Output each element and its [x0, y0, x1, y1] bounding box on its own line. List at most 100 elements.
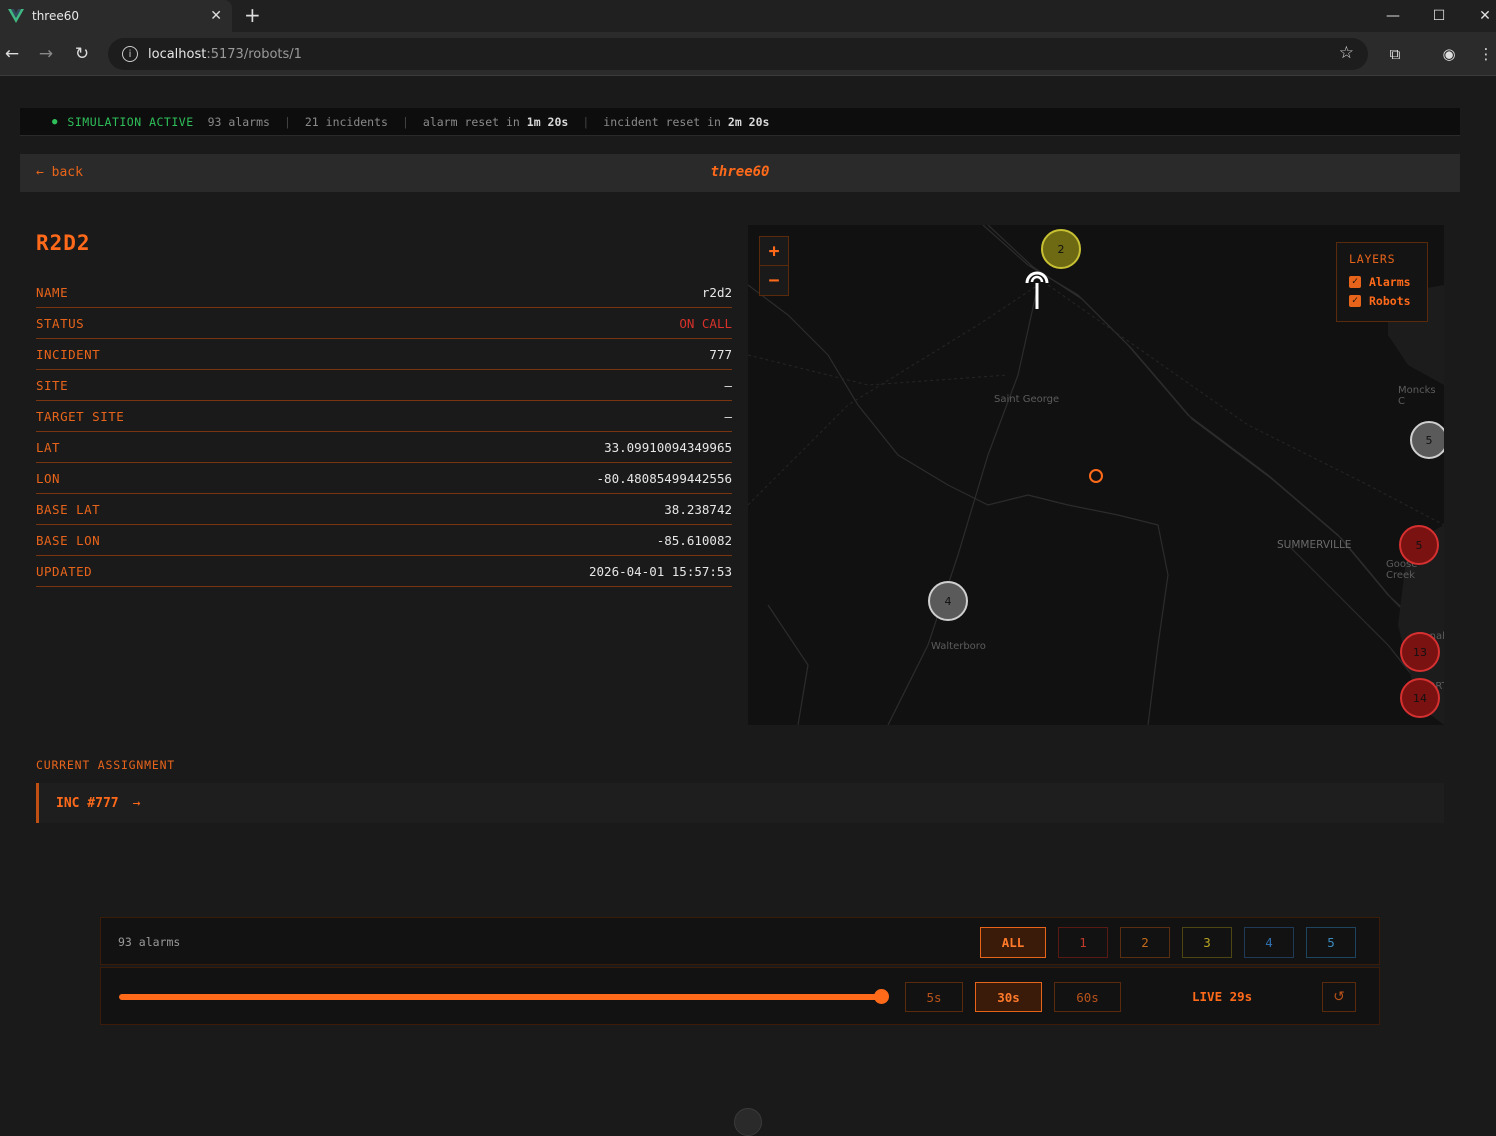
layer-label: Robots — [1369, 293, 1411, 308]
page-title: R2D2 — [36, 231, 91, 255]
robot-position-icon[interactable] — [1088, 468, 1104, 484]
alarm-cluster[interactable]: 2 — [1041, 229, 1081, 269]
property-key: LON — [36, 470, 61, 486]
place-label: Saint George — [994, 394, 1060, 405]
incident-label: INC #777 — [56, 795, 119, 811]
property-key: STATUS — [36, 315, 85, 331]
property-value: 777 — [709, 346, 732, 362]
incident-reset-value: 2m 20s — [727, 114, 770, 129]
simulation-status: SIMULATION ACTIVE — [67, 114, 194, 129]
alarm-reset-label: alarm reset in — [422, 114, 520, 129]
place-label: Walterboro — [931, 641, 986, 652]
property-key: NAME — [36, 284, 69, 300]
severity-filter-1[interactable]: 1 — [1058, 927, 1108, 958]
address-bar: ← → ↻ i localhost:5173/robots/1 ☆ ⧉ ◉ ⋮ — [0, 32, 1496, 76]
incident-count: 21 incidents — [304, 114, 388, 129]
property-key: BASE LON — [36, 532, 101, 548]
tab-title: three60 — [32, 9, 80, 23]
property-key: TARGET SITE — [36, 408, 125, 424]
browser-tab[interactable]: three60 ✕ — [0, 0, 232, 32]
zoom-controls: + − — [759, 236, 789, 296]
alarm-reset-value: 1m 20s — [526, 114, 569, 129]
app-header: ← back three60 — [20, 154, 1460, 192]
alarm-count: 93 alarms — [118, 935, 181, 949]
property-key: UPDATED — [36, 563, 93, 579]
reload-icon[interactable]: ↻ — [70, 42, 94, 66]
property-value: -85.610082 — [656, 532, 732, 548]
new-tab-button[interactable]: + — [244, 3, 261, 27]
interval-30s-button[interactable]: 30s — [975, 982, 1042, 1012]
arrow-right-icon: → — [132, 795, 141, 811]
minimize-icon[interactable]: — — [1370, 0, 1416, 32]
layers-title: LAYERS — [1349, 252, 1396, 266]
severity-filter-all[interactable]: ALL — [980, 927, 1046, 958]
property-value: — — [724, 377, 732, 393]
window-close-icon[interactable]: ✕ — [1462, 0, 1496, 32]
interval-5s-button[interactable]: 5s — [905, 982, 963, 1012]
forward-arrow-icon[interactable]: → — [34, 42, 58, 66]
zoom-in-button[interactable]: + — [760, 237, 788, 266]
property-row: SITE — — [36, 370, 732, 401]
place-label: SUMMERVILLE — [1277, 539, 1352, 551]
checkbox-checked-icon[interactable]: ✓ — [1349, 294, 1361, 307]
live-indicator: LIVE 29s — [1192, 989, 1253, 1004]
robot-marker-icon[interactable] — [1023, 265, 1051, 311]
severity-filter-5[interactable]: 5 — [1306, 927, 1356, 958]
tab-close-icon[interactable]: ✕ — [210, 8, 222, 24]
site-info-icon[interactable]: i — [122, 46, 138, 62]
property-key: INCIDENT — [36, 346, 101, 362]
alarm-count: 93 alarms — [207, 114, 270, 129]
property-key: SITE — [36, 377, 69, 393]
reset-icon[interactable]: ↺ — [1322, 982, 1356, 1012]
search-tab-icon[interactable]: ⧉ — [1383, 42, 1407, 66]
checkbox-checked-icon[interactable]: ✓ — [1349, 275, 1361, 288]
severity-filter-2[interactable]: 2 — [1120, 927, 1170, 958]
property-row: TARGET SITE — — [36, 401, 732, 432]
status-badge: ON CALL — [679, 315, 732, 331]
property-key: LAT — [36, 439, 61, 455]
property-value: 38.238742 — [664, 501, 732, 517]
url-host: localhost — [148, 46, 207, 62]
alarm-cluster[interactable]: 5 — [1410, 421, 1444, 459]
property-value: r2d2 — [701, 284, 732, 300]
property-row: BASE LON -85.610082 — [36, 525, 732, 556]
menu-kebab-icon[interactable]: ⋮ — [1474, 42, 1496, 66]
property-row: STATUS ON CALL — [36, 308, 732, 339]
browser-tab-bar: three60 ✕ + — ☐ ✕ — [0, 0, 1496, 32]
layer-toggle-robots[interactable]: ✓ Robots — [1349, 291, 1427, 310]
vue-devtools-button[interactable] — [734, 1108, 762, 1136]
severity-filter-3[interactable]: 3 — [1182, 927, 1232, 958]
robot-properties: NAME r2d2 STATUS ON CALL INCIDENT 777 SITE —… — [36, 277, 732, 587]
active-dot-icon: ● — [52, 116, 58, 127]
back-arrow-icon[interactable]: ← — [0, 42, 24, 66]
layer-toggle-alarms[interactable]: ✓ Alarms — [1349, 272, 1427, 291]
timeline-panel: 5s 30s 60s LIVE 29s ↺ — [100, 967, 1380, 1025]
property-value: — — [724, 408, 732, 424]
alarm-cluster[interactable]: 13 — [1400, 632, 1440, 672]
place-label: Moncks C — [1398, 385, 1436, 407]
alarm-cluster[interactable]: 4 — [928, 581, 968, 621]
layer-label: Alarms — [1369, 274, 1411, 289]
timeline-slider-track[interactable] — [119, 994, 883, 1000]
profile-icon[interactable]: ◉ — [1437, 42, 1461, 66]
alarm-cluster[interactable]: 14 — [1400, 678, 1440, 718]
alarm-cluster[interactable]: 5 — [1399, 525, 1439, 565]
assignment-link[interactable]: INC #777 → — [36, 783, 1444, 823]
zoom-out-button[interactable]: − — [760, 266, 788, 295]
divider: | — [401, 114, 409, 129]
property-row: INCIDENT 777 — [36, 339, 732, 370]
property-value: -80.48085499442556 — [596, 470, 732, 486]
alarm-filter-panel: 93 alarms ALL 1 2 3 4 5 — [100, 917, 1380, 965]
property-row: BASE LAT 38.238742 — [36, 494, 732, 525]
url-input[interactable]: i localhost:5173/robots/1 ☆ — [108, 38, 1368, 70]
robot-map[interactable]: Saint George SUMMERVILLE Walterboro Monc… — [748, 225, 1444, 725]
property-row: LON -80.48085499442556 — [36, 463, 732, 494]
timeline-slider-thumb[interactable] — [874, 989, 889, 1004]
assignment-heading: CURRENT ASSIGNMENT — [36, 758, 176, 772]
severity-filter-4[interactable]: 4 — [1244, 927, 1294, 958]
maximize-icon[interactable]: ☐ — [1416, 0, 1462, 32]
property-value: 33.09910094349965 — [604, 439, 732, 455]
interval-60s-button[interactable]: 60s — [1054, 982, 1121, 1012]
bookmark-star-icon[interactable]: ☆ — [1339, 43, 1354, 63]
incident-reset-label: incident reset in — [603, 114, 721, 129]
